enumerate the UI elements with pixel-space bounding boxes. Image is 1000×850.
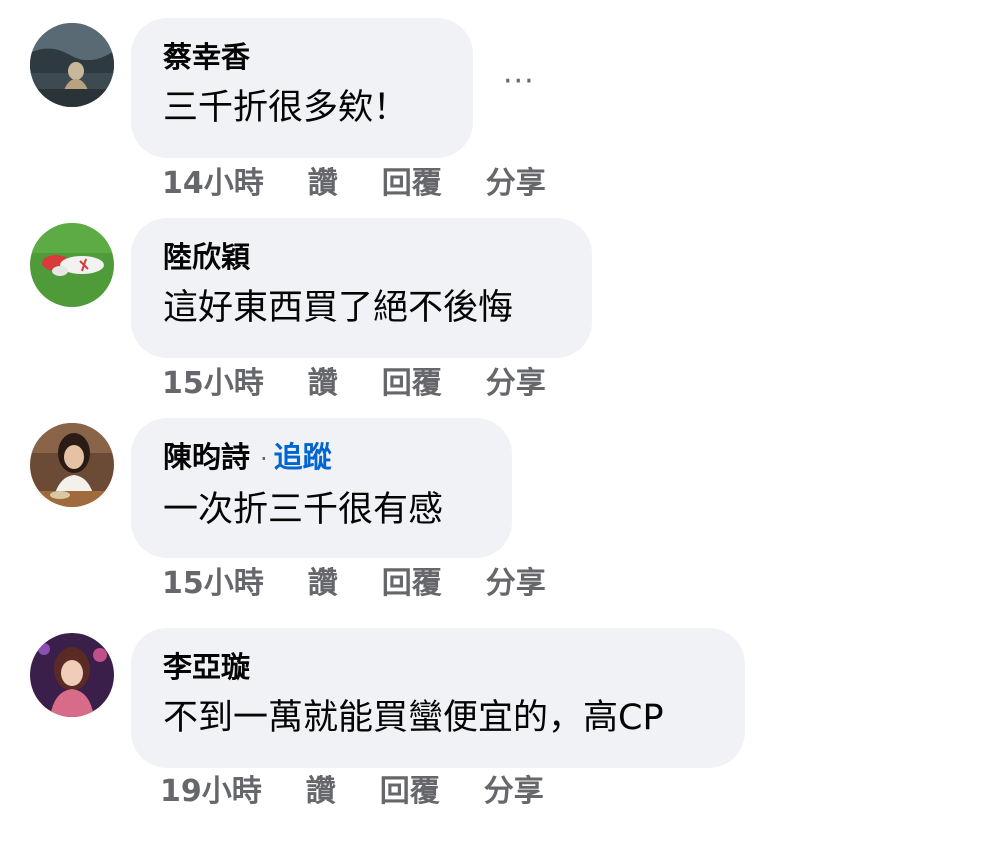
comment-text: 三千折很多欸！: [163, 88, 409, 128]
reply-button[interactable]: 回覆: [382, 364, 442, 404]
user-photo-icon: [30, 633, 114, 717]
comment-actions: 15小時 讚 回覆 分享: [162, 364, 590, 404]
comment-timestamp[interactable]: 14小時: [162, 164, 264, 204]
comment-timestamp[interactable]: 15小時: [162, 364, 264, 404]
follow-button[interactable]: 追蹤: [274, 440, 332, 474]
like-button[interactable]: 讚: [308, 564, 338, 604]
commenter-name[interactable]: 蔡幸香: [163, 40, 250, 74]
share-button[interactable]: 分享: [486, 164, 546, 204]
reply-button[interactable]: 回覆: [380, 772, 440, 812]
like-button[interactable]: 讚: [306, 772, 336, 812]
avatar[interactable]: [30, 23, 114, 107]
avatar[interactable]: [30, 223, 114, 307]
reply-button[interactable]: 回覆: [382, 164, 442, 204]
share-button[interactable]: 分享: [486, 564, 546, 604]
avatar[interactable]: [30, 633, 114, 717]
reply-button[interactable]: 回覆: [382, 564, 442, 604]
comment-timestamp[interactable]: 19小時: [160, 772, 262, 812]
comment-actions: 14小時 讚 回覆 分享: [162, 164, 590, 204]
comment-text: 這好東西買了絕不後悔: [163, 288, 514, 328]
commenter-name[interactable]: 陳昀詩: [163, 440, 250, 474]
separator-dot: ·: [260, 445, 268, 473]
like-button[interactable]: 讚: [308, 364, 338, 404]
comment-text: 一次折三千很有感: [163, 490, 444, 530]
share-button[interactable]: 分享: [484, 772, 544, 812]
comment-bubble: 蔡幸香 三千折很多欸！: [131, 18, 473, 158]
comment-actions: 19小時 讚 回覆 分享: [160, 772, 588, 812]
share-button[interactable]: 分享: [486, 364, 546, 404]
like-button[interactable]: 讚: [308, 164, 338, 204]
user-photo-icon: [30, 23, 114, 107]
user-photo-icon: [30, 423, 114, 507]
comment-timestamp[interactable]: 15小時: [162, 564, 264, 604]
comment-bubble: 李亞璇 不到一萬就能買蠻便宜的，高CP: [131, 628, 745, 768]
comment-bubble: 陳昀詩 · 追蹤 一次折三千很有感: [131, 418, 512, 558]
commenter-name[interactable]: 李亞璇: [163, 650, 250, 684]
commenter-name[interactable]: 陸欣穎: [163, 240, 250, 274]
comment-text: 不到一萬就能買蠻便宜的，高CP: [163, 698, 664, 738]
user-photo-icon: [30, 223, 114, 307]
comment-bubble: 陸欣穎 這好東西買了絕不後悔: [131, 218, 592, 358]
comment-actions: 15小時 讚 回覆 分享: [162, 564, 590, 604]
more-options-icon[interactable]: ···: [503, 67, 535, 97]
avatar[interactable]: [30, 423, 114, 507]
